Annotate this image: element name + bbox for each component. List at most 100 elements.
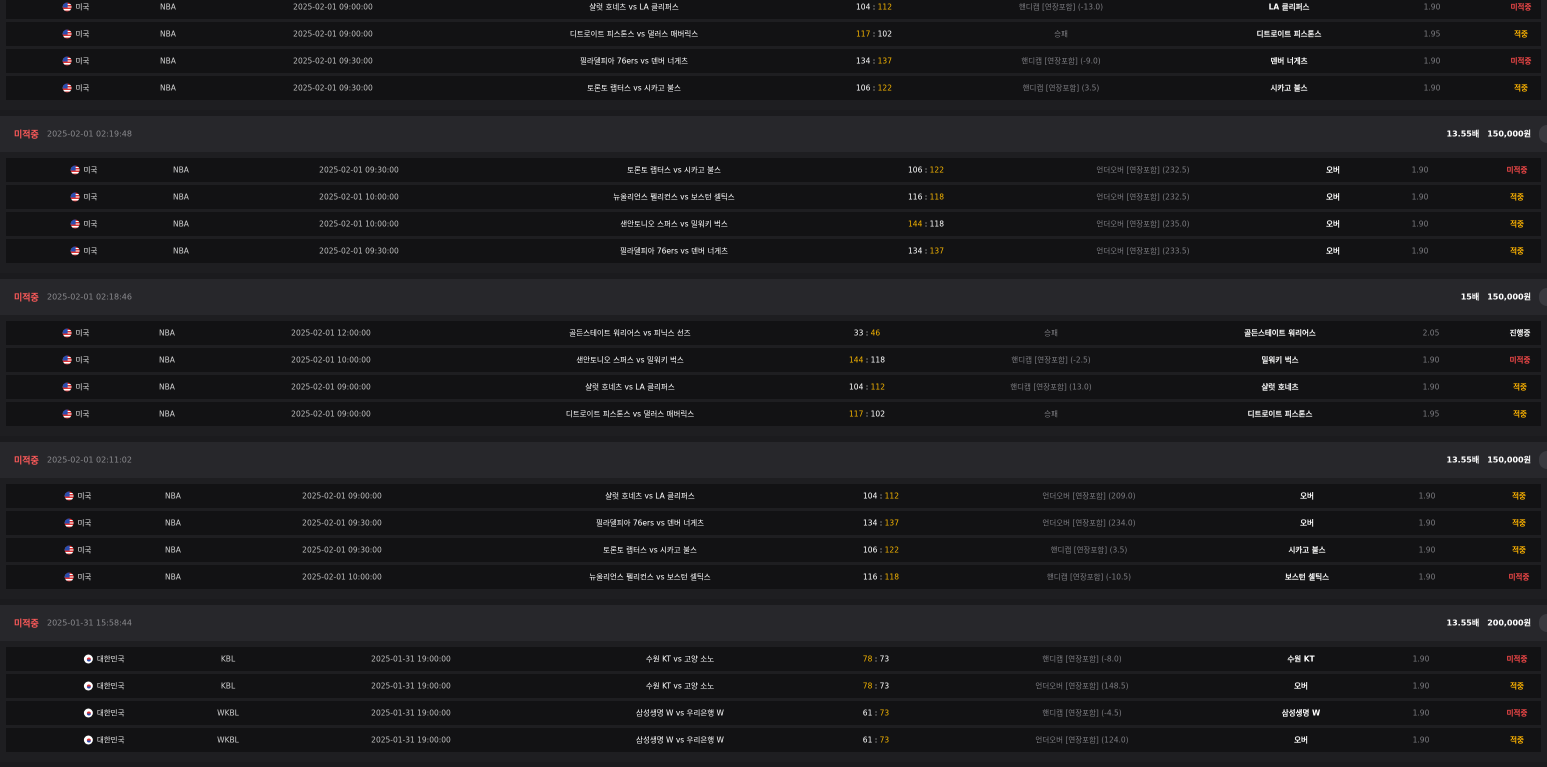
league-name: NBA — [160, 56, 176, 66]
country-cell: 대한민국 — [83, 735, 124, 746]
score-separator: : — [872, 681, 880, 691]
bet-slip-header[interactable]: 미적중 2025-02-01 02:19:48 13.55배 150,000원 — [0, 116, 1547, 152]
score-separator: : — [872, 708, 880, 718]
score: 61 : 73 — [863, 709, 889, 718]
bet-odds: 1.90 — [1412, 654, 1430, 664]
score-separator: : — [870, 29, 878, 39]
score-home: 33 — [853, 328, 864, 338]
score-away: 102 — [877, 29, 892, 39]
bet-pick: 오버 — [1326, 219, 1340, 229]
expand-toggle-button[interactable] — [1539, 125, 1547, 143]
score: 117 : 102 — [849, 410, 885, 419]
bet-slip-header[interactable]: 미적중 2025-02-01 02:18:46 15배 150,000원 — [0, 279, 1547, 315]
expand-toggle-button[interactable] — [1539, 614, 1547, 632]
expand-toggle-button[interactable] — [1539, 288, 1547, 306]
league-name: WKBL — [217, 735, 239, 745]
score-home: 104 — [856, 2, 871, 12]
bet-pick: 오버 — [1326, 192, 1340, 202]
stake-amount: 200,000원 — [1487, 618, 1531, 628]
result-badge: 적중 — [1510, 681, 1524, 691]
bet-pick: 오버 — [1326, 165, 1340, 175]
result-badge: 적중 — [1512, 491, 1526, 501]
match-name: 토론토 랩터스 vs 시카고 불스 — [603, 545, 697, 555]
league-name: NBA — [173, 246, 189, 256]
country-cell: 미국 — [64, 572, 91, 583]
score-home: 117 — [849, 409, 864, 419]
game-time: 2025-02-01 09:30:00 — [302, 518, 382, 528]
country-name: 미국 — [83, 165, 98, 175]
league-name: WKBL — [217, 708, 239, 718]
bet-slip-header[interactable]: 미적중 2025-01-31 15:58:44 13.55배 200,000원 — [0, 605, 1547, 641]
bet-pick: LA 클리퍼스 — [1268, 2, 1310, 12]
slip-status-label: 미적중 — [14, 130, 39, 141]
game-time: 2025-02-01 10:00:00 — [302, 572, 382, 582]
score: 78 : 73 — [863, 655, 889, 664]
game-time: 2025-02-01 09:00:00 — [302, 491, 382, 501]
total-odds: 13.55배 — [1446, 618, 1480, 628]
bet-row: 미국 NBA 2025-02-01 09:30:00 필라델피아 76ers vs 덴… — [6, 49, 1541, 73]
score-away: 112 — [884, 491, 899, 501]
us-flag-icon — [70, 246, 80, 256]
result-badge: 적중 — [1514, 83, 1528, 93]
game-time: 2025-02-01 09:30:00 — [319, 165, 399, 175]
score: 61 : 73 — [863, 736, 889, 745]
korea-flag-icon — [83, 654, 93, 664]
match-name: 디트로이트 피스톤스 vs 댈러스 매버릭스 — [569, 29, 699, 39]
bet-pick: 삼성생명 W — [1281, 708, 1321, 718]
score: 116 : 118 — [908, 193, 944, 202]
country-cell: 미국 — [62, 83, 90, 94]
bet-row: 미국 NBA 2025-02-01 09:30:00 필라델피아 76ers vs 덴… — [6, 239, 1541, 263]
country-name: 미국 — [77, 518, 92, 528]
country-cell: 미국 — [62, 29, 89, 40]
country-name: 미국 — [75, 409, 90, 419]
bet-odds: 1.95 — [1423, 29, 1441, 39]
bet-pick: 밀워키 벅스 — [1261, 355, 1299, 365]
score: 144 : 118 — [849, 356, 885, 365]
score-home: 144 — [849, 355, 864, 365]
score: 33 : 46 — [854, 329, 880, 338]
bet-odds: 1.90 — [1411, 165, 1429, 175]
bet-type: 핸디캡 [연장포함] (-4.5) — [1042, 708, 1122, 718]
bet-row: 대한민국 WKBL 2025-01-31 19:00:00 삼성생명 W vs 우리은… — [6, 728, 1541, 752]
total-odds: 13.55배 — [1446, 455, 1480, 465]
result-badge: 미적중 — [1508, 572, 1530, 582]
country-name: 미국 — [75, 355, 90, 365]
score-away: 118 — [884, 572, 899, 582]
result-badge: 적중 — [1514, 29, 1528, 39]
score-home: 78 — [862, 654, 873, 664]
bet-row: 미국 NBA 2025-02-01 12:00:00 골든스테이트 워리어스 vs 피… — [6, 321, 1541, 345]
bet-pick: 오버 — [1294, 735, 1308, 745]
score-away: 112 — [877, 2, 892, 12]
score-home: 106 — [863, 545, 878, 555]
us-flag-icon — [64, 518, 74, 528]
bet-type: 승패 — [1054, 29, 1068, 39]
us-flag-icon — [62, 56, 72, 66]
country-name: 미국 — [75, 83, 90, 93]
league-name: NBA — [159, 409, 175, 419]
result-badge: 미적중 — [1506, 165, 1528, 175]
bet-pick: 수원 KT — [1287, 654, 1315, 664]
score: 104 : 112 — [863, 492, 899, 501]
score-away: 73 — [879, 654, 890, 664]
expand-toggle-button[interactable] — [1539, 451, 1547, 469]
bet-odds: 1.90 — [1411, 192, 1429, 202]
result-badge: 적중 — [1512, 545, 1526, 555]
score-home: 134 — [856, 56, 871, 66]
score-away: 122 — [877, 83, 892, 93]
match-name: 필라델피아 76ers vs 덴버 너게츠 — [579, 56, 689, 66]
bet-odds: 1.90 — [1412, 708, 1430, 718]
score-separator: : — [870, 83, 878, 93]
bet-row: 미국 NBA 2025-02-01 09:00:00 디트로이트 피스톤스 vs 댈러… — [6, 402, 1541, 426]
result-badge: 미적중 — [1510, 56, 1532, 66]
bet-slip-header[interactable]: 미적중 2025-02-01 02:11:02 13.55배 150,000원 — [0, 442, 1547, 478]
score-home: 117 — [856, 29, 871, 39]
match-name: 필라델피아 76ers vs 덴버 너게츠 — [619, 246, 729, 256]
bet-pick: 디트로이트 피스톤스 — [1256, 29, 1322, 39]
bet-row: 미국 NBA 2025-02-01 10:00:00 샌안토니오 스퍼스 vs 밀워키… — [6, 212, 1541, 236]
bet-row: 미국 NBA 2025-02-01 09:00:00 샬럿 호네츠 vs LA 클리퍼… — [6, 375, 1541, 399]
bet-type: 언더오버 [연장포함] (232.5) — [1096, 192, 1190, 202]
bet-type: 핸디캡 [연장포함] (-9.0) — [1021, 56, 1101, 66]
score-away: 46 — [870, 328, 881, 338]
score: 106 : 122 — [863, 546, 899, 555]
country-name: 미국 — [77, 491, 92, 501]
